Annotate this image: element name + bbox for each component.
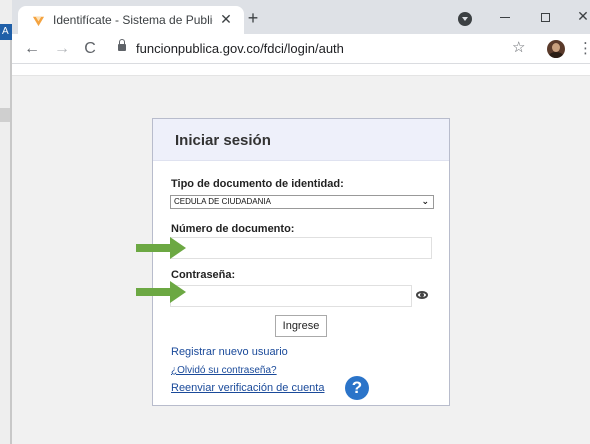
minimize-icon	[500, 16, 510, 18]
back-icon[interactable]: ←	[22, 39, 42, 59]
arrow-icon	[136, 281, 186, 303]
maximize-button[interactable]	[530, 4, 560, 28]
password-input[interactable]	[170, 285, 412, 307]
doc-type-label: Tipo de documento de identidad:	[171, 178, 344, 190]
url-text[interactable]: funcionpublica.gov.co/fdci/login/auth	[136, 41, 344, 56]
help-icon[interactable]: ?	[345, 376, 369, 400]
new-tab-icon[interactable]: +	[245, 9, 261, 27]
tab-close-icon[interactable]: ✕	[218, 11, 234, 27]
register-link[interactable]: Registrar nuevo usuario	[171, 346, 288, 358]
background-window-edge: A	[0, 0, 12, 444]
tab-active[interactable]: Identifícate - Sistema de Publicac ✕	[18, 6, 244, 34]
login-card: Iniciar sesión Tipo de documento de iden…	[152, 118, 450, 406]
close-window-icon[interactable]: ✕	[568, 4, 590, 28]
forgot-password-link[interactable]: ¿Olvidó su contraseña?	[171, 365, 277, 376]
lock-icon[interactable]	[118, 39, 126, 51]
address-bar[interactable]: funcionpublica.gov.co/fdci/login/auth	[110, 37, 538, 61]
browser-toolbar: ← → C funcionpublica.gov.co/fdci/login/a…	[12, 34, 590, 64]
doc-number-label: Número de documento:	[171, 223, 295, 235]
forward-icon[interactable]: →	[52, 39, 72, 59]
browser-window: Identifícate - Sistema de Publicac ✕ + ✕…	[12, 0, 590, 444]
chevron-down-icon: ⌄	[421, 196, 429, 206]
profile-icon[interactable]	[458, 12, 472, 26]
reload-icon[interactable]: C	[80, 39, 100, 59]
favicon-icon	[32, 16, 45, 27]
menu-icon[interactable]: ⋮	[578, 40, 590, 58]
minimize-button[interactable]	[490, 4, 520, 28]
resend-verification-link[interactable]: Reenviar verificación de cuenta	[171, 382, 324, 394]
maximize-icon	[540, 12, 550, 22]
background-window-label: A	[0, 24, 12, 40]
doc-type-value: CEDULA DE CIUDADANIA	[174, 197, 271, 206]
doc-number-input[interactable]	[170, 237, 432, 259]
submit-button[interactable]: Ingrese	[275, 315, 327, 337]
page-title: Iniciar sesión	[175, 132, 271, 149]
eye-icon[interactable]	[416, 291, 428, 299]
tab-strip: Identifícate - Sistema de Publicac ✕ + ✕	[12, 0, 590, 34]
password-label: Contraseña:	[171, 269, 236, 281]
page-header-band	[12, 64, 590, 76]
card-header: Iniciar sesión	[153, 119, 449, 161]
star-icon[interactable]: ☆	[512, 38, 525, 58]
tab-title: Identifícate - Sistema de Publicac	[53, 13, 213, 27]
avatar-icon[interactable]	[547, 40, 565, 58]
doc-type-select[interactable]: CEDULA DE CIUDADANIA ⌄	[170, 195, 434, 209]
arrow-icon	[136, 237, 186, 259]
